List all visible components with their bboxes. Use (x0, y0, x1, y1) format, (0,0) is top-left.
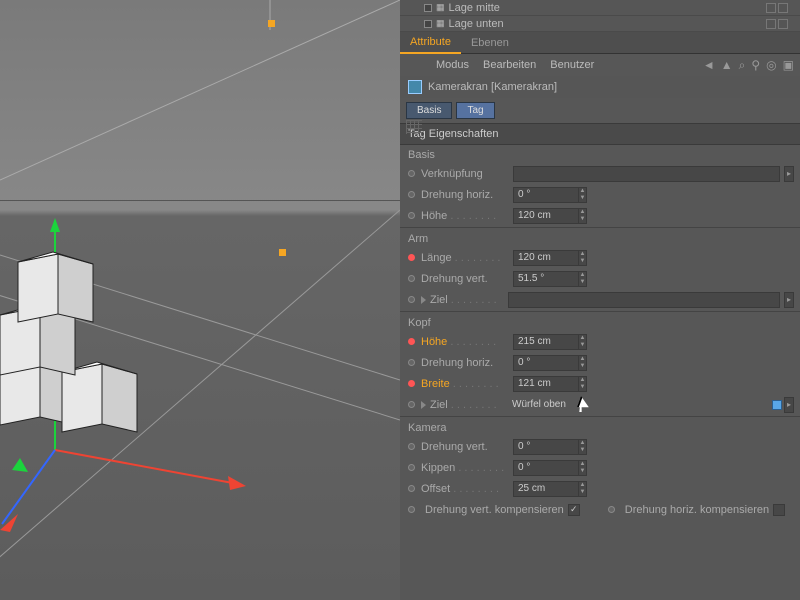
scene-overlay (0, 0, 400, 600)
link-caret-icon[interactable]: ▸ (784, 166, 794, 182)
section-title: Tag Eigenschaften (400, 123, 800, 145)
kopf-drehung-horiz-input[interactable] (513, 355, 579, 371)
prop-kopf-breite: Breite ▲▼ (400, 373, 800, 394)
spinner[interactable]: ▲▼ (578, 250, 587, 266)
prop-basis-hoehe: Höhe ▲▼ (400, 205, 800, 226)
scene-item-lage-mitte[interactable]: ▦ Lage mitte (400, 0, 800, 16)
kamera-drehung-vert-input[interactable] (513, 439, 579, 455)
link-caret-icon[interactable]: ▸ (784, 397, 794, 413)
basis-hoehe-input[interactable] (513, 208, 579, 224)
kamera-kippen-input[interactable] (513, 460, 579, 476)
spinner[interactable]: ▲▼ (578, 376, 587, 392)
viewport-3d[interactable] (0, 0, 400, 600)
comp-horiz-checkbox[interactable] (773, 504, 785, 516)
group-basis: Basis (400, 145, 800, 163)
cube-icon: ▦ (436, 2, 445, 13)
sub-tabbar: Basis Tag (400, 98, 800, 123)
lock-icon[interactable]: ⚲ (751, 58, 760, 73)
object-name: Kamerakran [Kamerakran] (428, 81, 557, 93)
prop-arm-laenge: Länge ▲▼ (400, 247, 800, 268)
attribute-menubar: Modus Bearbeiten Benutzer ◄ ▲ ⌕ ⚲ ◎ ▣ (400, 54, 800, 76)
prop-kamera-offset: Offset ▲▼ (400, 478, 800, 499)
link-caret-icon[interactable]: ▸ (784, 292, 794, 308)
prop-kamera-compensate: Drehung vert. kompensieren ✓ Drehung hor… (400, 499, 800, 520)
group-kopf: Kopf (400, 313, 800, 331)
group-arm: Arm (400, 229, 800, 247)
tab-ebenen[interactable]: Ebenen (461, 33, 519, 53)
menu-benutzer[interactable]: Benutzer (550, 59, 594, 71)
maximize-icon[interactable]: ▣ (783, 58, 794, 73)
verknuepfung-field[interactable] (513, 166, 780, 182)
kopf-ziel-field[interactable]: Würfel oben (508, 397, 768, 413)
subtab-tag[interactable]: Tag (456, 102, 494, 119)
nav-up-icon[interactable]: ▲ (721, 58, 733, 73)
prop-kopf-hoehe: Höhe ▲▼ (400, 331, 800, 352)
spinner[interactable]: ▲▼ (578, 439, 587, 455)
spinner[interactable]: ▲▼ (578, 334, 587, 350)
cube-icon: ▦ (436, 18, 445, 29)
attribute-panel: ▦ Lage mitte ▦ Lage unten Attribute Eben… (400, 0, 800, 600)
kopf-breite-input[interactable] (513, 376, 579, 392)
prop-kamera-kippen: Kippen ▲▼ (400, 457, 800, 478)
prop-arm-ziel: Ziel ▸ (400, 289, 800, 310)
spinner[interactable]: ▲▼ (578, 271, 587, 287)
group-kamera: Kamera (400, 418, 800, 436)
spinner[interactable]: ▲▼ (578, 460, 587, 476)
menu-modus[interactable]: Modus (436, 59, 469, 71)
comp-vert-checkbox[interactable]: ✓ (568, 504, 580, 516)
arm-ziel-field[interactable] (508, 292, 780, 308)
prop-kopf-drehung-horiz: Drehung horiz. ▲▼ (400, 352, 800, 373)
arm-drehung-vert-input[interactable] (513, 271, 579, 287)
subtab-basis[interactable]: Basis (406, 102, 452, 119)
menu-bearbeiten[interactable]: Bearbeiten (483, 59, 536, 71)
scene-item-label: Lage unten (449, 18, 504, 30)
grid-icon[interactable] (406, 120, 422, 134)
panel-tabbar: Attribute Ebenen (400, 32, 800, 54)
object-header: Kamerakran [Kamerakran] (400, 76, 800, 98)
tab-attribute[interactable]: Attribute (400, 32, 461, 54)
spinner[interactable]: ▲▼ (578, 208, 587, 224)
spinner[interactable]: ▲▼ (578, 481, 587, 497)
prop-arm-drehung-vert: Drehung vert. ▲▼ (400, 268, 800, 289)
scene-item-lage-unten[interactable]: ▦ Lage unten (400, 16, 800, 32)
spinner[interactable]: ▲▼ (578, 187, 587, 203)
cube-icon (772, 400, 782, 410)
prop-kopf-ziel: Ziel Würfel oben ▸ (400, 394, 800, 415)
search-icon[interactable]: ⌕ (739, 58, 746, 73)
kamera-offset-input[interactable] (513, 481, 579, 497)
prop-verknuepfung: Verknüpfung ▸ (400, 163, 800, 184)
prop-kamera-drehung-vert: Drehung vert. ▲▼ (400, 436, 800, 457)
spinner[interactable]: ▲▼ (578, 355, 587, 371)
kopf-hoehe-input[interactable] (513, 334, 579, 350)
camera-crane-icon (408, 80, 422, 94)
basis-drehung-horiz-input[interactable] (513, 187, 579, 203)
arm-laenge-input[interactable] (513, 250, 579, 266)
prop-basis-drehung-horiz: Drehung horiz. ▲▼ (400, 184, 800, 205)
target-icon[interactable]: ◎ (766, 58, 776, 73)
nav-back-icon[interactable]: ◄ (703, 58, 715, 73)
scene-item-label: Lage mitte (449, 2, 500, 14)
